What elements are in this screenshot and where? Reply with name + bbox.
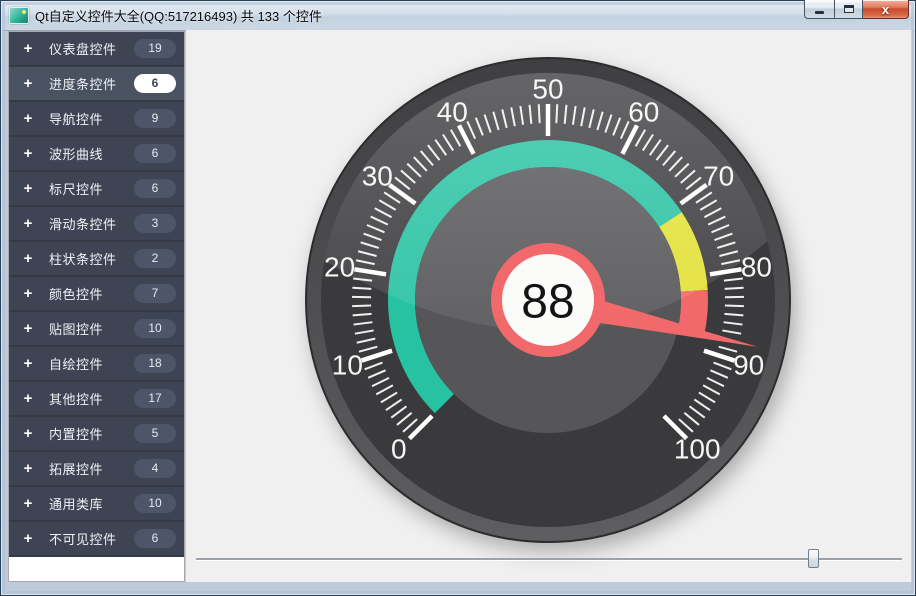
window-title: Qt自定义控件大全(QQ:517216493) 共 133 个控件	[35, 6, 322, 25]
sidebar-item-label: 滑动条控件	[49, 214, 134, 233]
gauge-value: 88	[521, 276, 574, 329]
plus-icon: +	[19, 146, 37, 161]
sidebar-item-label: 内置控件	[49, 424, 134, 443]
plus-icon: +	[19, 41, 37, 56]
count-badge: 10	[134, 319, 176, 338]
minimize-button[interactable]	[804, 0, 834, 19]
plus-icon: +	[19, 286, 37, 301]
sidebar-item-label: 贴图控件	[49, 319, 134, 338]
count-badge: 6	[134, 179, 176, 198]
sidebar-item-label: 标尺控件	[49, 179, 134, 198]
main-panel: 010203040506070809010088	[186, 30, 912, 582]
plus-icon: +	[19, 321, 37, 336]
sidebar-item-4[interactable]: + 波形曲线 6	[9, 137, 184, 172]
maximize-icon	[844, 5, 854, 13]
close-button[interactable]: x	[863, 0, 909, 19]
sidebar-item-2[interactable]: + 进度条控件 6	[9, 67, 184, 102]
count-badge: 17	[134, 389, 176, 408]
count-badge: 4	[134, 459, 176, 478]
caption-buttons: x	[804, 0, 909, 19]
sidebar-item-14[interactable]: + 通用类库 10	[9, 487, 184, 522]
sidebar-item-8[interactable]: + 颜色控件 7	[9, 277, 184, 312]
sidebar-item-12[interactable]: + 内置控件 5	[9, 417, 184, 452]
app-icon[interactable]	[9, 7, 29, 24]
count-badge: 6	[134, 529, 176, 548]
plus-icon: +	[19, 391, 37, 406]
sidebar-item-label: 通用类库	[49, 494, 134, 513]
plus-icon: +	[19, 181, 37, 196]
plus-icon: +	[19, 496, 37, 511]
sidebar-item-label: 不可见控件	[49, 529, 134, 548]
sidebar-item-label: 柱状条控件	[49, 249, 134, 268]
svg-text:100: 100	[674, 434, 721, 465]
sidebar-item-11[interactable]: + 其他控件 17	[9, 382, 184, 417]
sidebar-item-label: 其他控件	[49, 389, 134, 408]
sidebar-item-label: 仪表盘控件	[49, 39, 134, 58]
sidebar-item-label: 波形曲线	[49, 144, 134, 163]
value-slider	[186, 548, 912, 572]
count-badge: 6	[134, 74, 176, 93]
close-icon: x	[882, 3, 889, 16]
sidebar-item-15[interactable]: + 不可见控件 6	[9, 522, 184, 557]
sidebar-item-7[interactable]: + 柱状条控件 2	[9, 242, 184, 277]
sidebar-item-10[interactable]: + 自绘控件 18	[9, 347, 184, 382]
count-badge: 2	[134, 249, 176, 268]
plus-icon: +	[19, 216, 37, 231]
sidebar-nav: + 仪表盘控件 19 + 进度条控件 6 + 导航控件 9 + 波形曲线 6 +…	[8, 31, 185, 582]
slider-groove[interactable]	[196, 558, 902, 561]
sidebar-item-label: 自绘控件	[49, 354, 134, 373]
plus-icon: +	[19, 531, 37, 546]
plus-icon: +	[19, 356, 37, 371]
maximize-button[interactable]	[834, 0, 863, 19]
sidebar-item-3[interactable]: + 导航控件 9	[9, 102, 184, 137]
minimize-icon	[815, 11, 824, 14]
plus-icon: +	[19, 426, 37, 441]
sidebar-item-label: 进度条控件	[49, 74, 134, 93]
count-badge: 5	[134, 424, 176, 443]
sidebar-item-label: 颜色控件	[49, 284, 134, 303]
svg-text:90: 90	[733, 350, 764, 381]
plus-icon: +	[19, 76, 37, 91]
sidebar-item-1[interactable]: + 仪表盘控件 19	[9, 32, 184, 67]
count-badge: 18	[134, 354, 176, 373]
count-badge: 7	[134, 284, 176, 303]
plus-icon: +	[19, 461, 37, 476]
sidebar-item-label: 导航控件	[49, 109, 134, 128]
sidebar-item-9[interactable]: + 贴图控件 10	[9, 312, 184, 347]
svg-text:0: 0	[391, 434, 407, 465]
sidebar-item-13[interactable]: + 拓展控件 4	[9, 452, 184, 487]
sidebar-item-6[interactable]: + 滑动条控件 3	[9, 207, 184, 242]
gauge-progress-widget: 010203040506070809010088	[186, 30, 912, 582]
svg-text:10: 10	[332, 350, 363, 381]
count-badge: 3	[134, 214, 176, 233]
sidebar-item-5[interactable]: + 标尺控件 6	[9, 172, 184, 207]
sidebar-item-label: 拓展控件	[49, 459, 134, 478]
count-badge: 19	[134, 39, 176, 58]
plus-icon: +	[19, 111, 37, 126]
title-bar[interactable]: Qt自定义控件大全(QQ:517216493) 共 133 个控件	[1, 1, 915, 31]
count-badge: 10	[134, 494, 176, 513]
slider-handle[interactable]	[808, 549, 819, 568]
plus-icon: +	[19, 251, 37, 266]
count-badge: 9	[134, 109, 176, 128]
count-badge: 6	[134, 144, 176, 163]
